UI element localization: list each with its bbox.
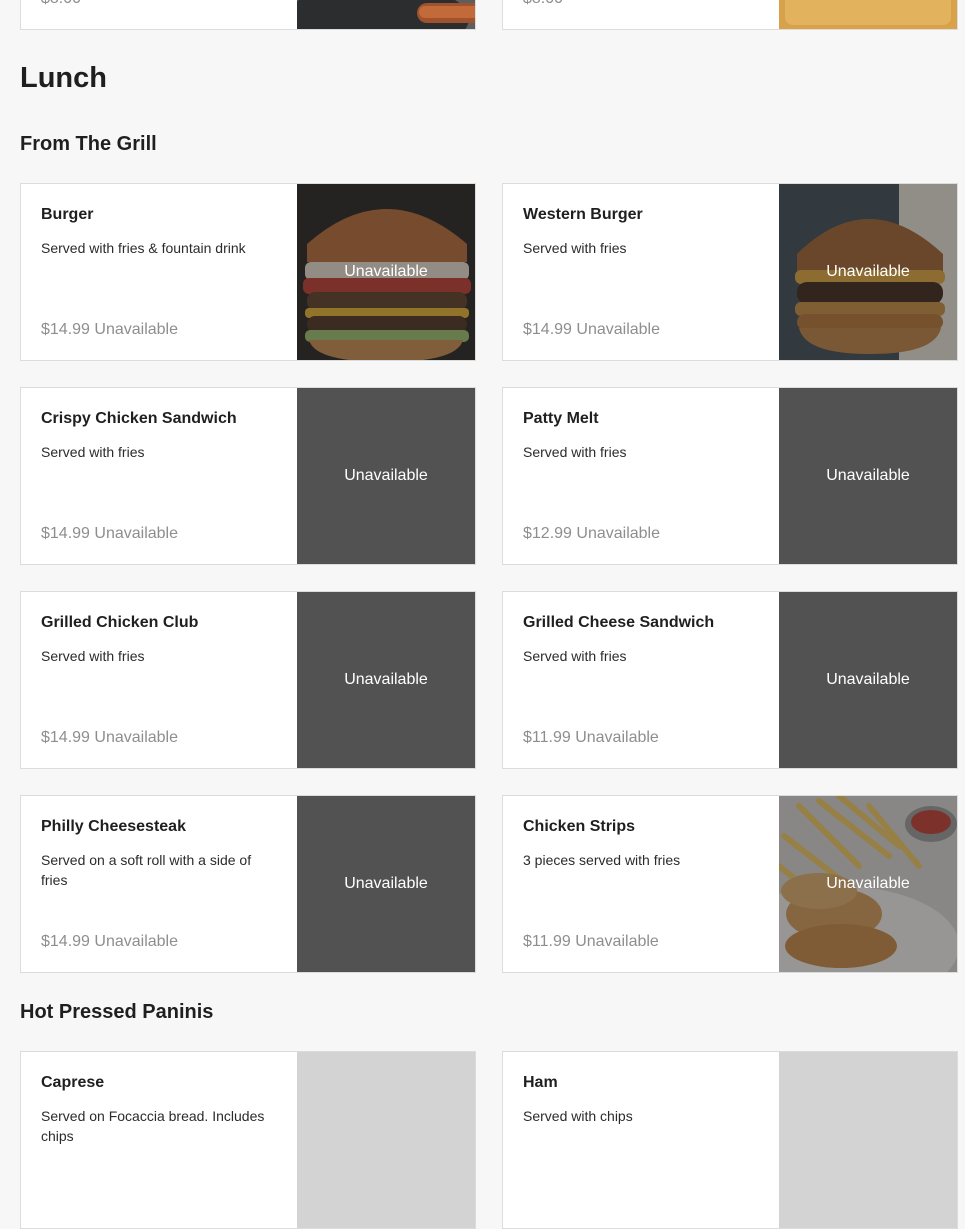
item-image-loading [779, 1052, 957, 1228]
item-name: Western Burger [523, 206, 643, 223]
item-status: Unavailable [575, 729, 659, 746]
item-description: Served with fries [41, 444, 145, 460]
item-price-status: $11.99 Unavailable [523, 933, 659, 951]
item-status: Unavailable [94, 525, 178, 542]
sausage-pan-photo [297, 0, 475, 29]
item-status: Unavailable [94, 321, 178, 338]
item-image [779, 0, 957, 29]
item-status: Unavailable [576, 321, 660, 338]
unavailable-label: Unavailable [826, 263, 910, 280]
item-image-placeholder: Unavailable [297, 388, 475, 564]
menu-item-grilled-cheese-sandwich[interactable]: Grilled Cheese Sandwich Served with frie… [502, 591, 958, 769]
menu-item-card-partial[interactable]: $8.00 [502, 0, 958, 30]
item-status: Unavailable [575, 933, 659, 950]
menu-item-patty-melt[interactable]: Patty Melt Served with fries $12.99 Unav… [502, 387, 958, 565]
item-price-status: $14.99 Unavailable [41, 933, 178, 951]
menu-item-crispy-chicken-sandwich[interactable]: Crispy Chicken Sandwich Served with frie… [20, 387, 476, 565]
item-image-loading [297, 1052, 475, 1228]
item-description: Served with chips [523, 1108, 633, 1124]
menu-item-card-partial[interactable]: $8.00 [20, 0, 476, 30]
item-name: Patty Melt [523, 410, 599, 427]
menu-item-burger[interactable]: Burger Served with fries & fountain drin… [20, 183, 476, 361]
item-price: $14.99 [41, 729, 90, 746]
item-description: Served with fries [523, 648, 627, 664]
unavailable-label: Unavailable [344, 263, 428, 280]
item-image-placeholder: Unavailable [297, 796, 475, 972]
item-name: Chicken Strips [523, 818, 636, 835]
item-price: $11.99 [523, 729, 571, 746]
item-name: Caprese [41, 1074, 105, 1091]
item-status: Unavailable [576, 525, 660, 542]
menu-item-western-burger[interactable]: Western Burger Served with fries $14.99 … [502, 183, 958, 361]
item-description: Served on a soft roll with a side of fri… [41, 852, 252, 888]
item-price-status: $14.99 Unavailable [41, 729, 178, 747]
item-name: Ham [523, 1074, 558, 1091]
unavailable-label: Unavailable [826, 671, 910, 688]
item-price: $8.00 [41, 0, 81, 8]
item-description: Served with fries [523, 444, 627, 460]
item-price: $8.00 [523, 0, 563, 8]
item-price: $14.99 [41, 321, 90, 338]
item-image [297, 0, 475, 29]
item-description: Served with fries [41, 648, 145, 664]
item-price-status: $12.99 Unavailable [523, 525, 660, 543]
unavailable-label: Unavailable [826, 467, 910, 484]
unavailable-label: Unavailable [344, 875, 428, 892]
item-price: $12.99 [523, 525, 572, 542]
item-price-status: $14.99 Unavailable [523, 321, 660, 339]
menu-item-grilled-chicken-club[interactable]: Grilled Chicken Club Served with fries $… [20, 591, 476, 769]
item-price: $14.99 [523, 321, 572, 338]
item-status: Unavailable [94, 933, 178, 950]
item-image: Unavailable [779, 796, 957, 972]
item-image-placeholder: Unavailable [297, 592, 475, 768]
item-status: Unavailable [94, 729, 178, 746]
item-description: 3 pieces served with fries [523, 852, 681, 868]
unavailable-label: Unavailable [826, 875, 910, 892]
item-price-status: $14.99 Unavailable [41, 321, 178, 339]
unavailable-label: Unavailable [344, 671, 428, 688]
item-price-status: $11.99 Unavailable [523, 729, 659, 747]
section-title: Lunch [20, 62, 107, 94]
category-title: From The Grill [20, 133, 157, 155]
item-description: Served with fries & fountain drink [41, 240, 246, 256]
item-price: $14.99 [41, 933, 90, 950]
item-image-placeholder: Unavailable [779, 592, 957, 768]
item-name: Grilled Chicken Club [41, 614, 199, 631]
menu-item-philly-cheesesteak[interactable]: Philly Cheesesteak Served on a soft roll… [20, 795, 476, 973]
item-price-status: $14.99 Unavailable [41, 525, 178, 543]
cutting-board-photo [779, 0, 957, 29]
item-image: Unavailable [297, 184, 475, 360]
unavailable-label: Unavailable [344, 467, 428, 484]
menu-item-ham[interactable]: Ham Served with chips [502, 1051, 958, 1229]
item-price: $14.99 [41, 525, 90, 542]
item-image: Unavailable [779, 184, 957, 360]
item-name: Grilled Cheese Sandwich [523, 614, 715, 631]
item-image-placeholder: Unavailable [779, 388, 957, 564]
menu-item-chicken-strips[interactable]: Chicken Strips 3 pieces served with frie… [502, 795, 958, 973]
item-name: Crispy Chicken Sandwich [41, 410, 237, 427]
item-name: Philly Cheesesteak [41, 818, 186, 835]
category-title: Hot Pressed Paninis [20, 1001, 214, 1023]
menu-item-caprese[interactable]: Caprese Served on Focaccia bread. Includ… [20, 1051, 476, 1229]
item-description: Served on Focaccia bread. Includes chips [41, 1108, 265, 1144]
item-description: Served with fries [523, 240, 627, 256]
item-name: Burger [41, 206, 94, 223]
item-price: $11.99 [523, 933, 571, 950]
